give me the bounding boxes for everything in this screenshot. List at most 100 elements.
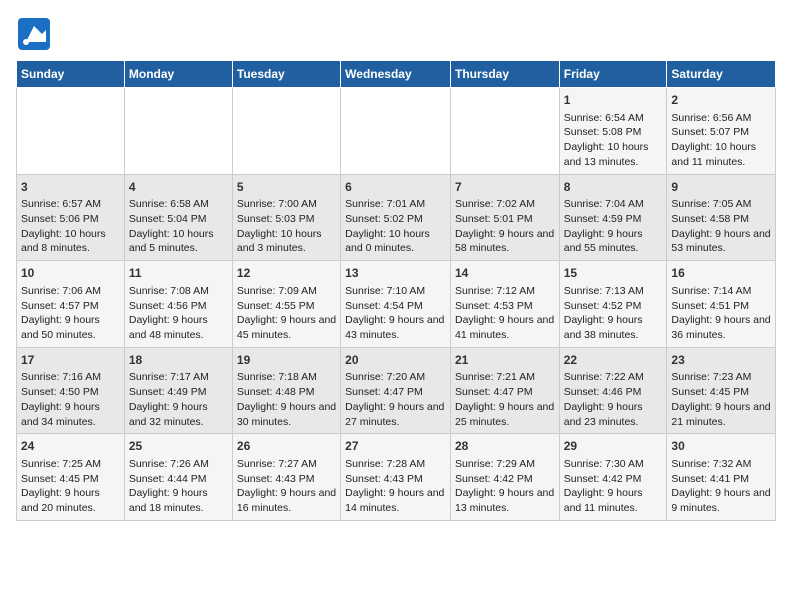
day-info: Sunrise: 7:05 AM Sunset: 4:58 PM Dayligh… xyxy=(671,197,771,256)
day-info: Sunrise: 7:20 AM Sunset: 4:47 PM Dayligh… xyxy=(345,370,446,429)
day-info: Sunrise: 7:13 AM Sunset: 4:52 PM Dayligh… xyxy=(564,284,663,343)
calendar-cell xyxy=(232,88,340,175)
calendar-cell: 27 Sunrise: 7:28 AM Sunset: 4:43 PM Dayli… xyxy=(341,434,451,521)
day-number: 25 xyxy=(129,438,228,455)
calendar-cell: 23Sunrise: 7:23 AM Sunset: 4:45 PM Dayli… xyxy=(667,347,776,434)
calendar-cell: 15 Sunrise: 7:13 AM Sunset: 4:52 PM Dayli… xyxy=(559,261,667,348)
weekday-header: Tuesday xyxy=(232,61,340,88)
calendar-cell: 28Sunrise: 7:29 AM Sunset: 4:42 PM Dayli… xyxy=(450,434,559,521)
weekday-header: Friday xyxy=(559,61,667,88)
day-number: 6 xyxy=(345,179,446,196)
calendar-cell: 16 Sunrise: 7:14 AM Sunset: 4:51 PM Dayli… xyxy=(667,261,776,348)
calendar-cell: 13Sunrise: 7:10 AM Sunset: 4:54 PM Dayli… xyxy=(341,261,451,348)
day-number: 8 xyxy=(564,179,663,196)
calendar-cell: 24 Sunrise: 7:25 AM Sunset: 4:45 PM Dayli… xyxy=(17,434,125,521)
day-info: Sunrise: 6:56 AM Sunset: 5:07 PM Dayligh… xyxy=(671,111,771,170)
calendar-cell: 26 Sunrise: 7:27 AM Sunset: 4:43 PM Dayli… xyxy=(232,434,340,521)
calendar-cell: 19Sunrise: 7:18 AM Sunset: 4:48 PM Dayli… xyxy=(232,347,340,434)
day-number: 21 xyxy=(455,352,555,369)
day-number: 27 xyxy=(345,438,446,455)
day-info: Sunrise: 7:27 AM Sunset: 4:43 PM Dayligh… xyxy=(237,457,336,516)
day-number: 12 xyxy=(237,265,336,282)
calendar-body: 1Sunrise: 6:54 AM Sunset: 5:08 PM Daylig… xyxy=(17,88,776,521)
day-info: Sunrise: 7:12 AM Sunset: 4:53 PM Dayligh… xyxy=(455,284,555,343)
calendar-cell: 2 Sunrise: 6:56 AM Sunset: 5:07 PM Daylig… xyxy=(667,88,776,175)
day-info: Sunrise: 7:17 AM Sunset: 4:49 PM Dayligh… xyxy=(129,370,228,429)
calendar-cell: 20Sunrise: 7:20 AM Sunset: 4:47 PM Dayli… xyxy=(341,347,451,434)
day-number: 9 xyxy=(671,179,771,196)
day-info: Sunrise: 6:57 AM Sunset: 5:06 PM Dayligh… xyxy=(21,197,120,256)
day-number: 14 xyxy=(455,265,555,282)
calendar-cell: 30 Sunrise: 7:32 AM Sunset: 4:41 PM Dayli… xyxy=(667,434,776,521)
day-info: Sunrise: 7:29 AM Sunset: 4:42 PM Dayligh… xyxy=(455,457,555,516)
calendar-week-row: 24 Sunrise: 7:25 AM Sunset: 4:45 PM Dayli… xyxy=(17,434,776,521)
calendar: SundayMondayTuesdayWednesdayThursdayFrid… xyxy=(16,60,776,521)
day-info: Sunrise: 7:25 AM Sunset: 4:45 PM Dayligh… xyxy=(21,457,120,516)
calendar-cell: 29Sunrise: 7:30 AM Sunset: 4:42 PM Dayli… xyxy=(559,434,667,521)
day-info: Sunrise: 7:23 AM Sunset: 4:45 PM Dayligh… xyxy=(671,370,771,429)
day-info: Sunrise: 7:14 AM Sunset: 4:51 PM Dayligh… xyxy=(671,284,771,343)
day-info: Sunrise: 7:04 AM Sunset: 4:59 PM Dayligh… xyxy=(564,197,663,256)
day-info: Sunrise: 7:21 AM Sunset: 4:47 PM Dayligh… xyxy=(455,370,555,429)
logo-icon xyxy=(16,16,52,52)
calendar-cell: 3Sunrise: 6:57 AM Sunset: 5:06 PM Daylig… xyxy=(17,174,125,261)
day-info: Sunrise: 7:06 AM Sunset: 4:57 PM Dayligh… xyxy=(21,284,120,343)
day-info: Sunrise: 7:32 AM Sunset: 4:41 PM Dayligh… xyxy=(671,457,771,516)
calendar-cell xyxy=(450,88,559,175)
calendar-cell xyxy=(341,88,451,175)
day-number: 24 xyxy=(21,438,120,455)
day-number: 2 xyxy=(671,92,771,109)
day-info: Sunrise: 7:30 AM Sunset: 4:42 PM Dayligh… xyxy=(564,457,663,516)
day-number: 15 xyxy=(564,265,663,282)
weekday-header: Sunday xyxy=(17,61,125,88)
calendar-cell: 5Sunrise: 7:00 AM Sunset: 5:03 PM Daylig… xyxy=(232,174,340,261)
calendar-cell: 6Sunrise: 7:01 AM Sunset: 5:02 PM Daylig… xyxy=(341,174,451,261)
weekday-header: Saturday xyxy=(667,61,776,88)
weekday-header: Thursday xyxy=(450,61,559,88)
day-info: Sunrise: 7:01 AM Sunset: 5:02 PM Dayligh… xyxy=(345,197,446,256)
page-header xyxy=(16,16,776,52)
weekday-header: Monday xyxy=(124,61,232,88)
day-number: 23 xyxy=(671,352,771,369)
day-info: Sunrise: 7:26 AM Sunset: 4:44 PM Dayligh… xyxy=(129,457,228,516)
calendar-cell xyxy=(124,88,232,175)
day-info: Sunrise: 7:08 AM Sunset: 4:56 PM Dayligh… xyxy=(129,284,228,343)
calendar-cell: 7Sunrise: 7:02 AM Sunset: 5:01 PM Daylig… xyxy=(450,174,559,261)
day-number: 19 xyxy=(237,352,336,369)
day-number: 5 xyxy=(237,179,336,196)
day-number: 10 xyxy=(21,265,120,282)
day-number: 1 xyxy=(564,92,663,109)
day-info: Sunrise: 7:28 AM Sunset: 4:43 PM Dayligh… xyxy=(345,457,446,516)
logo xyxy=(16,16,58,52)
calendar-cell: 11Sunrise: 7:08 AM Sunset: 4:56 PM Dayli… xyxy=(124,261,232,348)
calendar-cell: 22Sunrise: 7:22 AM Sunset: 4:46 PM Dayli… xyxy=(559,347,667,434)
day-number: 17 xyxy=(21,352,120,369)
calendar-cell: 18Sunrise: 7:17 AM Sunset: 4:49 PM Dayli… xyxy=(124,347,232,434)
day-info: Sunrise: 6:58 AM Sunset: 5:04 PM Dayligh… xyxy=(129,197,228,256)
calendar-cell: 1Sunrise: 6:54 AM Sunset: 5:08 PM Daylig… xyxy=(559,88,667,175)
calendar-cell xyxy=(17,88,125,175)
day-info: Sunrise: 7:00 AM Sunset: 5:03 PM Dayligh… xyxy=(237,197,336,256)
calendar-cell: 25 Sunrise: 7:26 AM Sunset: 4:44 PM Dayli… xyxy=(124,434,232,521)
day-info: Sunrise: 7:02 AM Sunset: 5:01 PM Dayligh… xyxy=(455,197,555,256)
calendar-header-row: SundayMondayTuesdayWednesdayThursdayFrid… xyxy=(17,61,776,88)
day-number: 22 xyxy=(564,352,663,369)
calendar-cell: 9Sunrise: 7:05 AM Sunset: 4:58 PM Daylig… xyxy=(667,174,776,261)
day-info: Sunrise: 7:16 AM Sunset: 4:50 PM Dayligh… xyxy=(21,370,120,429)
day-number: 4 xyxy=(129,179,228,196)
calendar-cell: 17Sunrise: 7:16 AM Sunset: 4:50 PM Dayli… xyxy=(17,347,125,434)
weekday-header: Wednesday xyxy=(341,61,451,88)
calendar-cell: 8Sunrise: 7:04 AM Sunset: 4:59 PM Daylig… xyxy=(559,174,667,261)
day-info: Sunrise: 7:09 AM Sunset: 4:55 PM Dayligh… xyxy=(237,284,336,343)
calendar-cell: 21Sunrise: 7:21 AM Sunset: 4:47 PM Dayli… xyxy=(450,347,559,434)
calendar-week-row: 1Sunrise: 6:54 AM Sunset: 5:08 PM Daylig… xyxy=(17,88,776,175)
day-number: 30 xyxy=(671,438,771,455)
day-number: 7 xyxy=(455,179,555,196)
calendar-week-row: 17Sunrise: 7:16 AM Sunset: 4:50 PM Dayli… xyxy=(17,347,776,434)
calendar-cell: 4Sunrise: 6:58 AM Sunset: 5:04 PM Daylig… xyxy=(124,174,232,261)
day-number: 3 xyxy=(21,179,120,196)
day-number: 18 xyxy=(129,352,228,369)
calendar-week-row: 3Sunrise: 6:57 AM Sunset: 5:06 PM Daylig… xyxy=(17,174,776,261)
day-number: 16 xyxy=(671,265,771,282)
day-number: 26 xyxy=(237,438,336,455)
